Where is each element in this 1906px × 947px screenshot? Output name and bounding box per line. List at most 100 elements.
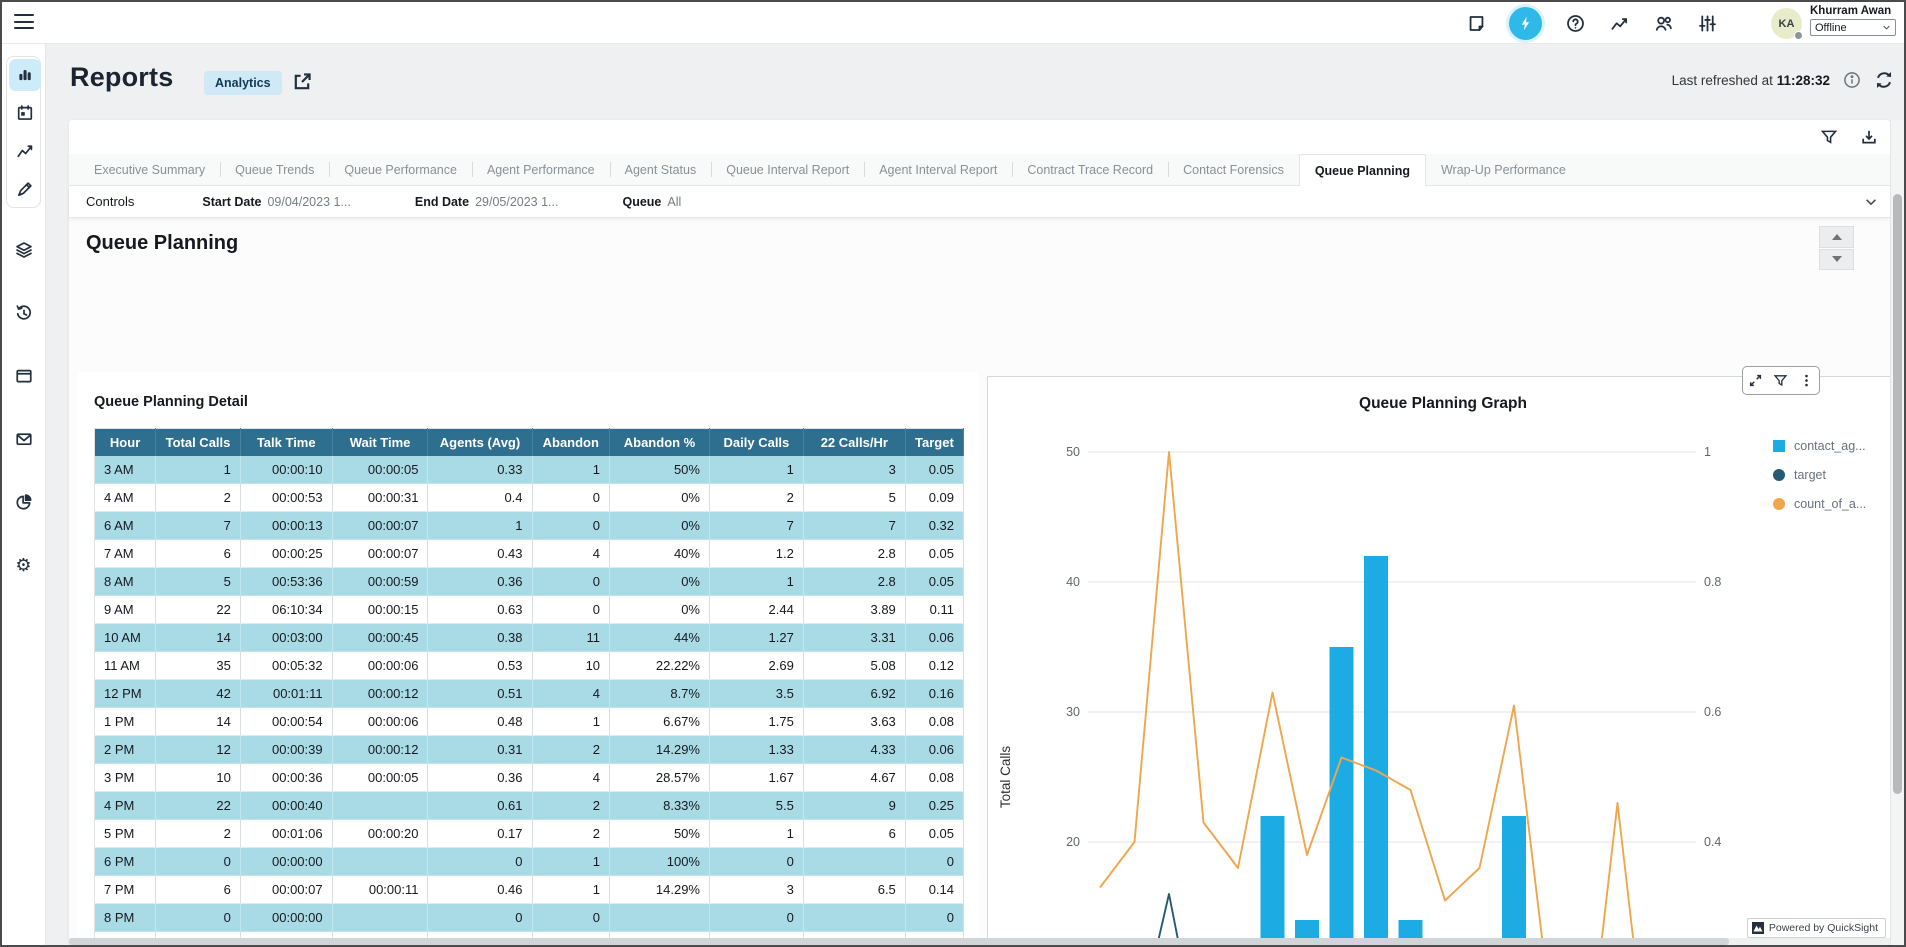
table-row[interactable]: 3 PM1000:00:3600:00:050.36428.57%1.674.6… [95,764,964,792]
table-cell: 10 [532,652,610,680]
application-window: KA Khurram Awan Offline ⚙ Reports Analyt… [0,0,1906,947]
tab-agent-interval-report[interactable]: Agent Interval Report [864,154,1012,185]
column-header[interactable]: Target [905,429,963,456]
filter-start-date[interactable]: Start Date09/04/2023 1... [202,195,350,209]
scroll-up-button[interactable] [1819,226,1854,248]
sidebar-item-calendar[interactable] [9,97,41,129]
horizontal-scrollbar[interactable] [69,938,1890,945]
queue-planning-table[interactable]: HourTotal CallsTalk TimeWait TimeAgents … [94,428,964,945]
table-row[interactable]: 2 PM1200:00:3900:00:120.31214.29%1.334.3… [95,736,964,764]
scroll-down-button[interactable] [1819,249,1854,271]
sidebar-item-settings[interactable]: ⚙ [8,549,40,581]
table-cell: 0 [709,904,803,932]
table-row[interactable]: 1 PM1400:00:5400:00:060.4816.67%1.753.63… [95,708,964,736]
tab-agent-status[interactable]: Agent Status [610,154,712,185]
table-row[interactable]: 9 AM2206:10:3400:00:150.6300%2.443.890.1… [95,596,964,624]
table-cell: 3.63 [803,708,905,736]
table-row[interactable]: 11 AM3500:05:3200:00:060.531022.22%2.695… [95,652,964,680]
table-cell: 00:05:32 [240,652,332,680]
column-header[interactable]: Agents (Avg) [428,429,532,456]
vertical-scrollbar-thumb[interactable] [1893,194,1902,794]
table-cell: 4.67 [803,764,905,792]
table-cell: 6 AM [95,512,156,540]
tab-agent-performance[interactable]: Agent Performance [472,154,610,185]
tab-queue-interval-report[interactable]: Queue Interval Report [711,154,864,185]
tab-queue-planning[interactable]: Queue Planning [1299,154,1426,186]
svg-text:count_of_a...: count_of_a... [1794,497,1866,511]
refresh-icon[interactable] [1874,70,1894,90]
column-header[interactable]: Talk Time [240,429,332,456]
table-row[interactable]: 4 AM200:00:5300:00:310.400%250.09 [95,484,964,512]
table-row[interactable]: 7 AM600:00:2500:00:070.43440%1.22.80.05 [95,540,964,568]
download-icon[interactable] [1860,128,1878,146]
sidebar-item-pie[interactable] [8,486,40,518]
table-cell: 0 [156,848,241,876]
sidebar-item-design[interactable] [9,173,41,205]
table-cell: 00:00:20 [332,820,428,848]
sidebar-item-reports[interactable] [9,59,41,91]
table-row[interactable]: 5 PM200:01:0600:00:200.17250%160.05 [95,820,964,848]
bolt-icon[interactable] [1509,7,1542,40]
analytics-badge: Analytics [204,71,282,95]
users-icon[interactable] [1652,12,1674,34]
sliders-icon[interactable] [1696,12,1718,34]
table-row[interactable]: 10 AM1400:03:0000:00:450.381144%1.273.31… [95,624,964,652]
table-cell: 1.33 [709,736,803,764]
sidebar-item-trends[interactable] [9,135,41,167]
sidebar-item-mail[interactable] [8,423,40,455]
sidebar-item-window[interactable] [8,360,40,392]
table-row[interactable]: 7 PM600:00:0700:00:110.46114.29%36.50.14 [95,876,964,904]
table-cell: 1.67 [709,764,803,792]
chevron-down-icon[interactable] [1864,195,1878,209]
help-icon[interactable] [1564,12,1586,34]
column-header[interactable]: Total Calls [156,429,241,456]
external-link-icon[interactable] [291,71,313,93]
tab-wrap-up-performance[interactable]: Wrap-Up Performance [1426,154,1581,185]
table-cell: 40% [610,540,710,568]
tab-queue-trends[interactable]: Queue Trends [220,154,329,185]
filter-end-date[interactable]: End Date29/05/2023 1... [415,195,559,209]
column-header[interactable]: Hour [95,429,156,456]
powered-by-badge: Powered by QuickSight [1747,918,1886,938]
column-header[interactable]: Wait Time [332,429,428,456]
table-row[interactable]: 8 AM500:53:3600:00:590.3600%12.80.05 [95,568,964,596]
sidebar-item-layers[interactable] [8,234,40,266]
column-header[interactable]: Daily Calls [709,429,803,456]
column-header[interactable]: Abandon % [610,429,710,456]
filter-icon[interactable] [1820,128,1838,146]
user-status-select[interactable]: Offline [1810,19,1896,36]
tab-contact-forensics[interactable]: Contact Forensics [1168,154,1299,185]
sidebar-item-history[interactable] [8,297,40,329]
column-header[interactable]: Abandon [532,429,610,456]
filter-icon[interactable] [1773,373,1788,388]
vertical-scrollbar[interactable] [1890,120,1904,945]
chart-hover-toolbar [1742,366,1820,395]
info-icon[interactable] [1843,71,1861,89]
table-cell: 0.05 [905,820,963,848]
column-header[interactable]: 22 Calls/Hr [803,429,905,456]
horizontal-scrollbar-thumb[interactable] [69,938,1729,945]
metrics-icon[interactable] [1608,12,1630,34]
kebab-menu-icon[interactable] [1799,373,1814,388]
table-row[interactable]: 6 PM000:00:0001100%00 [95,848,964,876]
hamburger-menu-icon[interactable] [14,14,34,30]
queue-planning-chart[interactable]: Queue Planning Graph10203040500.20.40.60… [988,377,1890,945]
tab-queue-performance[interactable]: Queue Performance [329,154,472,185]
table-cell: 00:00:10 [240,456,332,484]
table-row[interactable]: 3 AM100:00:1000:00:050.33150%130.05 [95,456,964,484]
svg-text:0.4: 0.4 [1704,835,1721,849]
avatar[interactable]: KA [1771,8,1802,39]
filter-queue[interactable]: QueueAll [622,195,681,209]
table-cell: 1 [709,568,803,596]
table-row[interactable]: 4 PM2200:00:400.6128.33%5.590.25 [95,792,964,820]
table-row[interactable]: 6 AM700:00:1300:00:07100%770.32 [95,512,964,540]
table-cell: 1 [532,708,610,736]
expand-icon[interactable] [1748,373,1763,388]
table-cell: 0 [532,904,610,932]
table-row[interactable]: 12 PM4200:01:1100:00:120.5148.7%3.56.920… [95,680,964,708]
tab-executive-summary[interactable]: Executive Summary [79,154,220,185]
notes-icon[interactable] [1465,12,1487,34]
tab-contract-trace-record[interactable]: Contract Trace Record [1012,154,1168,185]
table-cell: 0.4 [428,484,532,512]
table-row[interactable]: 8 PM000:00:000000 [95,904,964,932]
